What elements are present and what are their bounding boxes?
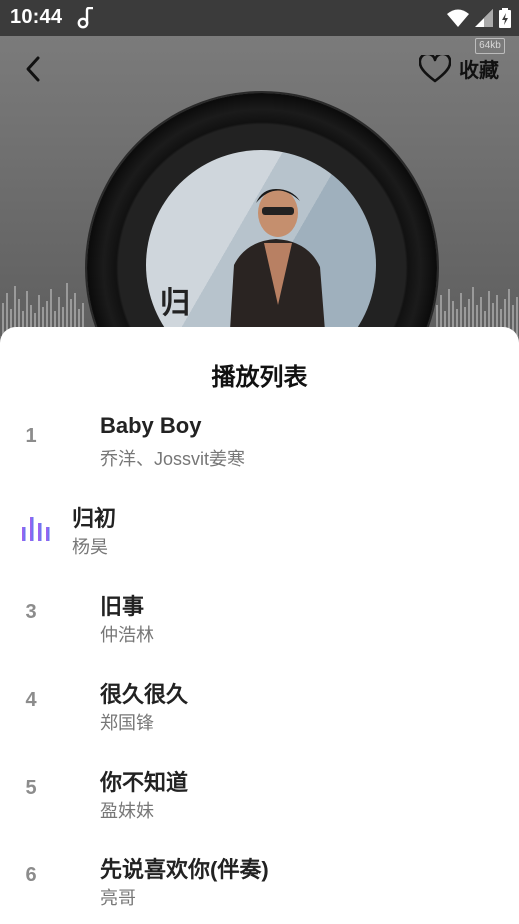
track-title: 很久很久 <box>100 682 189 707</box>
track-artist: 盈妹妹 <box>100 801 154 821</box>
track-number: 5 <box>25 777 37 799</box>
playlist-item[interactable]: 5 你不知道 盈妹妹 <box>0 751 519 837</box>
favorite-button[interactable]: 收藏 <box>419 54 499 83</box>
track-title: 旧事 <box>100 594 145 619</box>
music-note-icon <box>77 7 93 29</box>
track-title: Baby Boy <box>100 413 202 438</box>
now-playing-bars-icon <box>22 517 50 541</box>
track-title: 先说喜欢你(伴奏) <box>100 857 269 882</box>
wifi-icon <box>447 9 469 27</box>
track-artist: 亮哥 <box>100 888 136 908</box>
heart-icon <box>419 54 451 82</box>
status-time: 10:44 <box>10 6 63 28</box>
playlist-title: 播放列表 <box>211 364 308 391</box>
playlist-item-playing[interactable]: 归初 杨昊 <box>0 487 519 573</box>
track-artist: 杨昊 <box>72 537 108 557</box>
signal-icon <box>475 9 493 27</box>
playlist-sheet: 播放列表 1 Baby Boy 乔洋、Jossvit姜寒 归初 杨昊 3 旧事 … <box>0 327 519 924</box>
track-number: 3 <box>25 601 37 623</box>
track-artist: 仲浩林 <box>100 625 154 645</box>
cover-text: 归 <box>160 287 190 320</box>
status-icons <box>447 7 511 29</box>
quality-badge: 64kb <box>475 38 505 54</box>
playlist-item[interactable]: 1 Baby Boy 乔洋、Jossvit姜寒 <box>0 399 519 485</box>
favorite-label: 收藏 <box>459 60 499 82</box>
track-artist: 郑国锋 <box>100 713 154 733</box>
track-artist: 乔洋、Jossvit姜寒 <box>100 449 246 469</box>
status-bar: 10:44 <box>0 0 519 36</box>
track-title: 归初 <box>72 506 117 531</box>
track-number: 4 <box>25 689 37 711</box>
back-arrow-icon[interactable] <box>22 54 46 84</box>
battery-icon <box>499 8 511 28</box>
playlist-item[interactable]: 4 很久很久 郑国锋 <box>0 663 519 749</box>
track-number: 6 <box>25 864 37 886</box>
playlist-item[interactable]: 3 旧事 仲浩林 <box>0 575 519 661</box>
track-number: 1 <box>25 425 37 447</box>
playlist-item[interactable]: 6 先说喜欢你(伴奏) 亮哥 <box>0 838 519 924</box>
track-title: 你不知道 <box>100 770 189 795</box>
